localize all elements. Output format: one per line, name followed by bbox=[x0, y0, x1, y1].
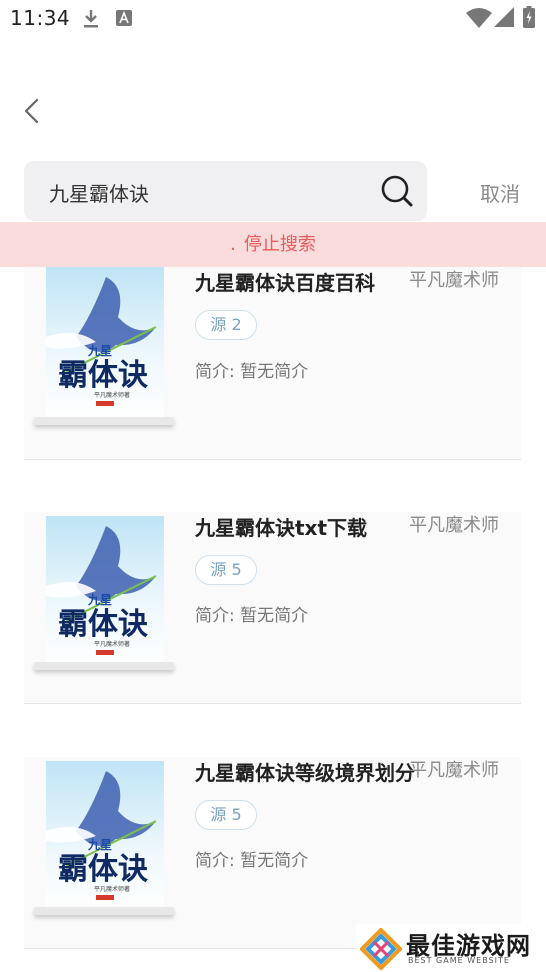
cover-art: 九星 霸体诀 平凡魔术师著 bbox=[46, 516, 164, 666]
wifi-icon bbox=[466, 8, 492, 28]
watermark-icon bbox=[360, 928, 402, 970]
cover-shadow bbox=[34, 907, 174, 915]
cover-small-title: 九星 bbox=[87, 837, 112, 852]
book-title[interactable]: 九星霸体诀txt下载 bbox=[195, 512, 367, 541]
search-input[interactable]: 九星霸体诀 bbox=[49, 178, 149, 207]
stop-search-banner[interactable]: . 停止搜索 bbox=[0, 222, 546, 267]
source-badge[interactable]: 源 5 bbox=[195, 555, 257, 585]
book-cover: 九星 霸体诀 平凡魔术师著 bbox=[32, 757, 177, 919]
source-badge[interactable]: 源 2 bbox=[195, 310, 257, 340]
cover-author: 平凡魔术师著 bbox=[94, 391, 130, 399]
cover-big-title: 霸体诀 bbox=[58, 852, 148, 887]
cover-small-title: 九星 bbox=[87, 592, 112, 607]
stop-search-label: 停止搜索 bbox=[243, 234, 316, 255]
cover-big-title: 霸体诀 bbox=[58, 607, 148, 642]
book-intro: 简介: 暂无简介 bbox=[195, 606, 309, 626]
cover-art: 九星 霸体诀 平凡魔术师著 bbox=[46, 267, 164, 417]
cover-author: 平凡魔术师著 bbox=[94, 640, 130, 648]
status-bar: 11:34 bbox=[0, 0, 546, 38]
book-title[interactable]: 九星霸体诀百度百科 bbox=[195, 267, 375, 296]
book-author: 平凡魔术师 bbox=[409, 760, 499, 781]
stop-search-dot: . bbox=[230, 234, 236, 255]
book-cover: 九星 霸体诀 平凡魔术师著 bbox=[32, 512, 177, 674]
cover-author: 平凡魔术师著 bbox=[94, 885, 130, 893]
result-card[interactable]: 九星 霸体诀 平凡魔术师著 九星霸体诀等级境界划分 平凡魔术师 源 5 简介: … bbox=[24, 757, 521, 949]
book-intro: 简介: 暂无简介 bbox=[195, 362, 309, 382]
signal-icon bbox=[494, 7, 514, 27]
book-cover: 九星 霸体诀 平凡魔术师著 bbox=[32, 267, 177, 429]
source-badge[interactable]: 源 5 bbox=[195, 800, 257, 830]
book-title[interactable]: 九星霸体诀等级境界划分 bbox=[195, 757, 415, 786]
cover-shadow bbox=[34, 662, 174, 670]
cover-shadow bbox=[34, 417, 174, 425]
download-icon bbox=[84, 10, 98, 28]
search-box[interactable]: 九星霸体诀 bbox=[24, 161, 427, 221]
cover-small-title: 九星 bbox=[87, 343, 112, 358]
book-author: 平凡魔术师 bbox=[409, 515, 499, 536]
cancel-button[interactable]: 取消 bbox=[480, 178, 520, 207]
status-time: 11:34 bbox=[10, 6, 71, 30]
result-card[interactable]: 九星 霸体诀 平凡魔术师著 九星霸体诀百度百科 平凡魔术师 源 2 简介: 暂无… bbox=[24, 267, 521, 460]
book-intro: 简介: 暂无简介 bbox=[195, 851, 309, 871]
cover-big-title: 霸体诀 bbox=[58, 358, 148, 393]
battery-icon bbox=[523, 6, 535, 28]
back-icon[interactable] bbox=[18, 96, 48, 126]
cover-art: 九星 霸体诀 平凡魔术师著 bbox=[46, 761, 164, 911]
search-icon[interactable] bbox=[379, 173, 415, 209]
book-author: 平凡魔术师 bbox=[409, 270, 499, 291]
watermark-logo: 最佳游戏网 BEST GAME WEBSITE bbox=[356, 924, 546, 972]
keyboard-a-icon bbox=[116, 10, 132, 26]
result-card[interactable]: 九星 霸体诀 平凡魔术师著 九星霸体诀txt下载 平凡魔术师 源 5 简介: 暂… bbox=[24, 512, 521, 704]
watermark-subtitle: BEST GAME WEBSITE bbox=[408, 956, 510, 965]
